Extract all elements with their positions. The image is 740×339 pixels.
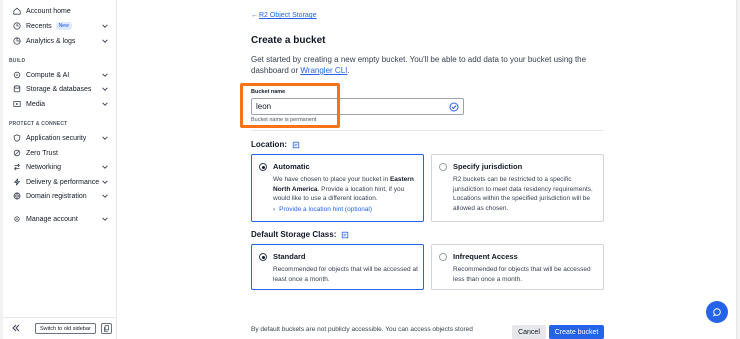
sidebar-item-label: Account home — [26, 7, 71, 15]
sidebar-item-label: Compute & AI — [26, 71, 70, 79]
sidebar-item-label: Analytics & logs — [26, 37, 76, 45]
chevron-down-icon — [102, 39, 108, 43]
page-title: Create a bucket — [251, 35, 326, 46]
chevron-down-icon — [102, 165, 108, 169]
location-hint-link[interactable]: › Provide a location hint (optional) — [273, 206, 372, 213]
storage-option-infrequent[interactable]: Infrequent Access Recommended for object… — [431, 244, 604, 290]
globe-icon — [12, 191, 22, 201]
zero-trust-icon — [12, 148, 22, 158]
sidebar-footer: Switch to old sidebar — [3, 317, 117, 339]
section-header-protect: PROTECT & CONNECT — [9, 121, 68, 127]
chat-support-button[interactable] — [706, 301, 728, 323]
radio-standard[interactable] — [259, 253, 267, 261]
switch-old-sidebar-button[interactable]: Switch to old sidebar — [35, 323, 96, 334]
back-link[interactable]: ← R2 Object Storage — [251, 12, 317, 19]
clock-icon — [12, 21, 22, 31]
docs-icon[interactable] — [292, 141, 300, 149]
sidebar-item-manage-account[interactable]: Manage account — [3, 212, 117, 226]
sidebar-item-account-home[interactable]: Account home — [3, 4, 117, 18]
radio-infrequent[interactable] — [439, 253, 447, 261]
section-header-build: BUILD — [9, 58, 26, 64]
sidebar-item-domain-registration[interactable]: Domain registration — [3, 189, 117, 203]
sidebar-item-delivery[interactable]: Delivery & performance — [3, 175, 117, 189]
sidebar: Account home Recents New Analytics & log… — [3, 0, 117, 339]
chevron-down-icon — [102, 217, 108, 221]
chevron-down-icon — [102, 180, 108, 184]
sidebar-item-compute[interactable]: Compute & AI — [3, 68, 117, 82]
chevron-down-icon — [102, 24, 108, 28]
radio-automatic[interactable] — [259, 163, 267, 171]
location-title: Location: — [251, 140, 300, 149]
create-bucket-button[interactable]: Create bucket — [549, 325, 604, 339]
sidebar-item-label: Application security — [26, 134, 87, 142]
sidebar-item-analytics[interactable]: Analytics & logs — [3, 34, 117, 48]
shield-icon — [12, 133, 22, 143]
sidebar-item-label: Manage account — [26, 215, 78, 223]
storage-class-title: Default Storage Class: — [251, 230, 349, 239]
location-option-jurisdiction[interactable]: Specify jurisdiction R2 buckets can be r… — [431, 154, 604, 222]
media-icon — [12, 99, 22, 109]
arrow-left-icon: ← — [251, 12, 258, 19]
chevron-down-icon — [102, 136, 108, 140]
database-icon — [12, 84, 22, 94]
highlight-box — [240, 83, 340, 128]
back-link-label: R2 Object Storage — [259, 12, 317, 19]
chevron-down-icon — [102, 102, 108, 106]
automatic-description: We have chosen to place your bucket in E… — [273, 176, 414, 203]
chevron-down-icon — [102, 73, 108, 77]
docs-icon[interactable] — [341, 231, 349, 239]
new-badge: New — [55, 22, 72, 30]
sidebar-item-media[interactable]: Media — [3, 97, 117, 111]
sidebar-item-label: Media — [26, 100, 46, 108]
sidebar-item-label: Zero Trust — [26, 149, 58, 157]
home-icon — [12, 6, 22, 16]
chevron-down-icon — [102, 194, 108, 198]
cancel-button[interactable]: Cancel — [512, 325, 546, 339]
chevron-right-icon: › — [273, 206, 276, 213]
network-icon — [12, 162, 22, 172]
copy-icon[interactable] — [101, 323, 112, 334]
collapse-sidebar-icon[interactable] — [11, 323, 21, 333]
wrangler-cli-link[interactable]: Wrangler CLI — [300, 66, 347, 75]
sidebar-item-zero-trust[interactable]: Zero Trust — [3, 146, 117, 160]
page-description: Get started by creating a new empty buck… — [251, 55, 587, 75]
sidebar-item-networking[interactable]: Networking — [3, 160, 117, 174]
sidebar-item-label: Domain registration — [26, 192, 87, 200]
chat-icon — [712, 308, 721, 317]
check-circle-icon — [449, 102, 459, 112]
sidebar-item-recents[interactable]: Recents New — [3, 19, 117, 33]
sidebar-item-label: Recents — [26, 22, 52, 30]
bolt-icon — [12, 177, 22, 187]
sidebar-item-storage[interactable]: Storage & databases — [3, 82, 117, 96]
compute-icon — [12, 70, 22, 80]
public-access-note: By default buckets are not publicly acce… — [251, 326, 473, 333]
sidebar-item-app-security[interactable]: Application security — [3, 131, 117, 145]
location-option-automatic[interactable]: Automatic We have chosen to place your b… — [251, 154, 424, 222]
chevron-down-icon — [102, 87, 108, 91]
chart-icon — [12, 36, 22, 46]
radio-jurisdiction[interactable] — [439, 163, 447, 171]
storage-option-standard[interactable]: Standard Recommended for objects that wi… — [251, 244, 424, 290]
divider — [251, 130, 604, 131]
sidebar-item-label: Storage & databases — [26, 85, 92, 93]
sidebar-item-label: Delivery & performance — [26, 178, 100, 186]
sidebar-item-label: Networking — [26, 163, 62, 171]
gear-icon — [12, 214, 22, 224]
